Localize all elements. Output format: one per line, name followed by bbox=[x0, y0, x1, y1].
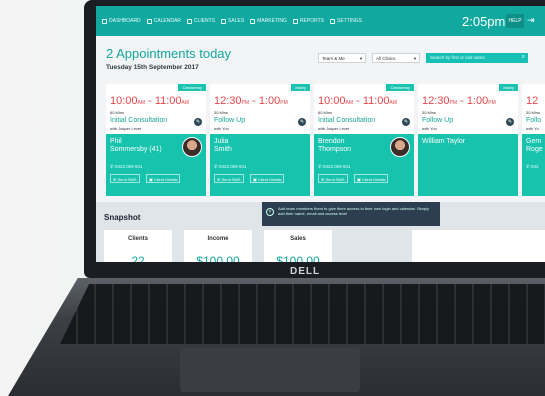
client-name[interactable]: Julia Smith bbox=[214, 138, 232, 154]
clinic-tag: Manly bbox=[291, 84, 310, 91]
edit-icon[interactable]: ✎ bbox=[506, 118, 514, 126]
send-sms-button[interactable]: ✉ Send SMS bbox=[318, 174, 348, 183]
stat-income: Income $100.00 bbox=[184, 230, 252, 262]
client-name[interactable]: William Taylor bbox=[422, 138, 465, 146]
clinic-tag: Manly bbox=[499, 84, 518, 91]
client-phone: ✆ 0423 009 941 bbox=[110, 164, 143, 169]
marketing-icon bbox=[250, 18, 256, 24]
team-filter-select[interactable]: Team & Me ▼ bbox=[318, 53, 366, 63]
page-title: 2 Appointments today bbox=[106, 46, 232, 61]
practitioner: with Jasper Lever bbox=[318, 126, 350, 131]
stat-label: Clients bbox=[127, 236, 148, 242]
client-panel: William Taylor bbox=[418, 134, 518, 196]
edit-icon[interactable]: ✎ bbox=[298, 118, 306, 126]
appointment-time: 10:00AM - 11:00AM bbox=[318, 95, 398, 107]
client-details-button[interactable]: ▣ Client Details bbox=[146, 174, 181, 183]
avatar bbox=[182, 137, 202, 157]
appointment-time: 10:00AM - 11:00AM bbox=[110, 95, 190, 107]
appointment-duration: 60 Mins bbox=[110, 110, 125, 115]
clinic-tag: Cammeray bbox=[178, 84, 206, 91]
service-name: Initial Consultation bbox=[318, 117, 376, 124]
nav-item-calendar[interactable]: CALENDAR bbox=[146, 18, 181, 24]
client-name[interactable]: Gem Roge bbox=[526, 138, 543, 154]
service-name: Follow Up bbox=[422, 117, 454, 124]
stat-clients: Clients 22 bbox=[104, 230, 172, 262]
keyboard bbox=[60, 284, 545, 344]
search-icon: ⌕ bbox=[521, 54, 525, 60]
clock: 2:05pm bbox=[462, 14, 506, 29]
sales-icon bbox=[221, 18, 227, 24]
stat-value: $100.00 bbox=[196, 254, 240, 262]
app-screen: DASHBOARD CALENDAR CLIENTS SALES MARKETING RE… bbox=[96, 6, 545, 262]
client-panel: Phil Sommersby (41) ✆ 0423 009 941 ✉ Send … bbox=[106, 134, 206, 196]
nav-item-clients[interactable]: CLIENTS bbox=[186, 18, 215, 24]
nav-item-reports[interactable]: REPORTS bbox=[292, 18, 324, 24]
client-name[interactable]: Phil Sommersby (41) bbox=[110, 138, 162, 154]
nav-item-sales[interactable]: SALES bbox=[221, 18, 244, 24]
appointment-card[interactable]: Manly 12:30PM - 1:00PM 30 Mins Follow Up… bbox=[418, 84, 518, 196]
appointment-card[interactable]: Cammeray 10:00AM - 11:00AM 60 Mins Initi… bbox=[106, 84, 206, 196]
client-name[interactable]: Brendon Thompson bbox=[318, 138, 351, 154]
clients-icon bbox=[186, 18, 192, 24]
snapshot-chart-panel bbox=[412, 230, 545, 262]
top-nav: DASHBOARD CALENDAR CLIENTS SALES MARKETING RE… bbox=[96, 6, 545, 36]
practitioner: with You bbox=[422, 126, 437, 131]
help-button[interactable]: HELP bbox=[506, 14, 524, 28]
client-phone: ✆ 042 bbox=[526, 164, 539, 169]
practitioner: with You bbox=[214, 126, 229, 131]
snapshot-title: Snapshot bbox=[104, 213, 141, 222]
nav-item-marketing[interactable]: MARKETING bbox=[250, 18, 287, 24]
client-panel: Julia Smith ✆ 0423 009 941 ✉ Send SMS ▣ Cli… bbox=[210, 134, 310, 196]
appointment-duration: 30 Mins bbox=[526, 110, 541, 115]
team-tooltip: × Add team members them to give them acc… bbox=[262, 202, 440, 226]
edit-icon[interactable]: ✎ bbox=[402, 118, 410, 126]
avatar bbox=[390, 137, 410, 157]
trackpad bbox=[180, 348, 360, 392]
calendar-icon bbox=[146, 18, 152, 24]
client-phone: ✆ 0423 009 941 bbox=[214, 164, 247, 169]
client-details-button[interactable]: ▣ Client Details bbox=[250, 174, 285, 183]
chevron-down-icon: ▼ bbox=[413, 56, 417, 61]
stat-value: $100.00 bbox=[276, 254, 320, 262]
appointment-duration: 60 Mins bbox=[318, 110, 333, 115]
send-sms-button[interactable]: ✉ Send SMS bbox=[110, 174, 140, 183]
send-sms-button[interactable]: ✉ Send SMS bbox=[214, 174, 244, 183]
practitioner: with Yo bbox=[526, 126, 539, 131]
service-name: Initial Consultation bbox=[110, 117, 168, 124]
clinic-filter-select[interactable]: All Clinics ▼ bbox=[372, 53, 420, 63]
appointment-time: 12:30PM - 1:00PM bbox=[214, 95, 288, 107]
appointment-time: 12:30PM - 1:00PM bbox=[422, 95, 496, 107]
client-details-button[interactable]: ▣ Client Details bbox=[354, 174, 389, 183]
nav-item-dashboard[interactable]: DASHBOARD bbox=[102, 18, 141, 24]
appointment-card[interactable]: 12 30 Mins Follo with Yo ✎ Gem Roge✆ 042 bbox=[522, 84, 545, 196]
client-panel: Gem Roge ✆ 042 bbox=[522, 134, 545, 196]
appointment-card[interactable]: Manly 12:30PM - 1:00PM 30 Mins Follow Up… bbox=[210, 84, 310, 196]
close-icon[interactable]: × bbox=[266, 208, 274, 216]
practitioner: with Jasper Lever bbox=[110, 126, 142, 131]
search-input[interactable]: Search by first or last name ⌕ bbox=[426, 53, 528, 63]
reports-icon bbox=[292, 18, 298, 24]
page-date: Tuesday 15th September 2017 bbox=[106, 64, 199, 71]
brand-logo: DELL bbox=[290, 266, 321, 277]
chevron-down-icon: ▼ bbox=[359, 56, 363, 61]
appointment-duration: 30 Mins bbox=[214, 110, 229, 115]
logout-icon[interactable]: ⇥ bbox=[527, 15, 537, 25]
client-phone: ✆ 0423 009 941 bbox=[318, 164, 351, 169]
stat-label: Sales bbox=[290, 236, 306, 242]
edit-icon[interactable]: ✎ bbox=[194, 118, 202, 126]
appointment-card[interactable]: Cammeray 10:00AM - 11:00AM 60 Mins Initi… bbox=[314, 84, 414, 196]
settings-icon bbox=[330, 18, 335, 24]
client-panel: Brendon Thompson ✆ 0423 009 941 ✉ Send SMS… bbox=[314, 134, 414, 196]
stat-value: 22 bbox=[131, 254, 145, 262]
appointment-duration: 30 Mins bbox=[422, 110, 437, 115]
appointment-time: 12 bbox=[526, 95, 539, 107]
dashboard-icon bbox=[102, 18, 107, 24]
stat-sales: Sales $100.00 bbox=[264, 230, 332, 262]
clinic-tag: Cammeray bbox=[386, 84, 414, 91]
stat-label: Income bbox=[207, 236, 229, 242]
nav-item-settings[interactable]: SETTINGS bbox=[330, 18, 362, 24]
service-name: Follow Up bbox=[214, 117, 246, 124]
service-name: Follo bbox=[526, 117, 542, 124]
